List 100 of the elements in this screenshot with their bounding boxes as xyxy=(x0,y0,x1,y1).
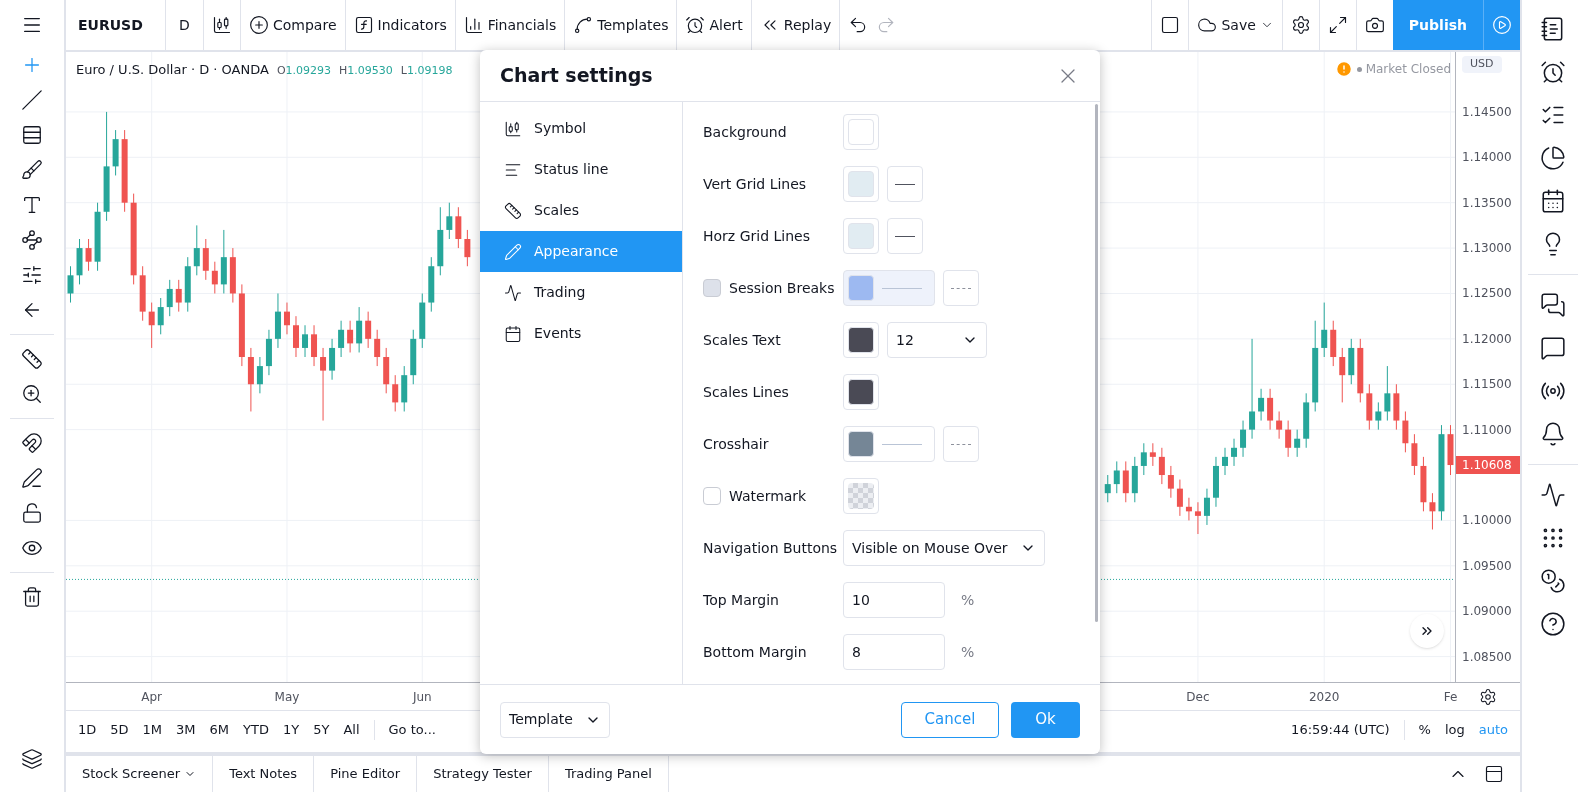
rows-icon xyxy=(21,124,43,146)
range-button[interactable]: 5Y xyxy=(313,719,330,740)
coins-icon[interactable] xyxy=(1539,568,1566,594)
price-label: 1.13000 xyxy=(1462,240,1512,257)
panel-tab[interactable]: Stock Screener xyxy=(66,756,214,792)
pencil-icon xyxy=(504,242,522,261)
tool-button[interactable] xyxy=(21,383,43,405)
number-input[interactable]: 10 xyxy=(843,582,945,618)
color-picker[interactable] xyxy=(843,426,935,462)
price-label: 1.11500 xyxy=(1462,376,1512,393)
candlestick xyxy=(157,297,164,335)
candlestick xyxy=(1222,447,1228,476)
candlestick xyxy=(311,324,318,367)
template-dropdown[interactable]: Template xyxy=(500,701,610,738)
ohlc-value: O1.09293 xyxy=(276,63,332,79)
settings-icon[interactable] xyxy=(1290,15,1311,35)
tool-button[interactable] xyxy=(21,194,43,216)
range-button[interactable]: 1Y xyxy=(282,719,300,740)
size-select[interactable]: 12 xyxy=(887,322,987,358)
interval-button[interactable]: D xyxy=(166,0,204,50)
save-button[interactable]: Save xyxy=(1189,0,1283,50)
layers-icon[interactable] xyxy=(21,748,43,770)
fullscreen-icon[interactable] xyxy=(1327,15,1348,35)
tool-button[interactable] xyxy=(21,502,43,524)
nav-item[interactable]: Events xyxy=(480,313,682,354)
wave-icon[interactable] xyxy=(1539,482,1566,508)
pie-icon[interactable] xyxy=(1539,145,1566,171)
tool-button[interactable] xyxy=(21,159,43,181)
wave-icon xyxy=(504,283,522,302)
tool-button[interactable] xyxy=(21,124,43,146)
candlestick xyxy=(1203,488,1210,526)
tool-button[interactable] xyxy=(21,89,43,111)
toolbar-button[interactable]: Indicators xyxy=(345,0,456,50)
symbol-title: Euro / U.S. Dollar · D · OANDA xyxy=(76,61,269,79)
comment-icon[interactable] xyxy=(1539,335,1566,361)
panel-tab[interactable]: Text Notes xyxy=(213,756,315,792)
toolbar-button[interactable]: Compare xyxy=(241,0,346,50)
scroll-right-button[interactable] xyxy=(1410,614,1444,648)
currency-label: USD xyxy=(1462,56,1502,73)
nav-item[interactable]: Status line xyxy=(480,149,682,190)
tool-button[interactable] xyxy=(21,229,43,251)
go-to-button[interactable]: Go to... xyxy=(388,719,436,740)
sliders-icon xyxy=(21,264,43,286)
calendar-icon[interactable] xyxy=(1539,188,1566,214)
candlestick xyxy=(1194,501,1201,535)
tool-button[interactable] xyxy=(21,467,43,489)
ruler-icon xyxy=(21,348,43,370)
setting-label: Bottom Margin xyxy=(703,642,807,662)
candlestick-icon[interactable] xyxy=(212,15,232,35)
ohlc-value: H1.09530 xyxy=(339,63,393,79)
camera-icon[interactable] xyxy=(1364,15,1385,35)
window-icon[interactable] xyxy=(1484,764,1504,784)
candlestick xyxy=(1285,420,1292,458)
price-label: 1.12500 xyxy=(1462,285,1512,302)
settings-icon[interactable] xyxy=(1478,687,1497,706)
price-label: 1.09000 xyxy=(1462,603,1512,620)
scale-toggle[interactable]: log xyxy=(1444,719,1465,740)
range-button[interactable]: 6M xyxy=(209,719,230,740)
panel-tab[interactable]: Trading Panel xyxy=(548,756,669,792)
chat-icon[interactable] xyxy=(1539,292,1566,318)
candlestick xyxy=(1402,410,1409,453)
help-icon[interactable] xyxy=(1539,611,1566,637)
nav-item[interactable]: Symbol xyxy=(480,108,682,149)
range-button[interactable]: 1D xyxy=(78,719,97,740)
range-button[interactable]: 3M xyxy=(176,719,196,740)
range-button[interactable]: YTD xyxy=(243,719,269,740)
tool-button[interactable] xyxy=(21,432,43,454)
ohlc-value: L1.09198 xyxy=(400,63,453,79)
candlestick xyxy=(320,347,327,422)
price-label: 1.13500 xyxy=(1462,194,1512,211)
range-button[interactable]: 1M xyxy=(142,719,163,740)
checkbox[interactable] xyxy=(703,487,721,505)
tool-button[interactable] xyxy=(21,264,43,286)
range-button[interactable]: All xyxy=(343,719,360,740)
function-icon xyxy=(353,15,374,35)
tool-button[interactable] xyxy=(21,348,43,370)
time-label: Fe xyxy=(1443,689,1458,706)
candlestick xyxy=(347,320,354,353)
panel-tab[interactable]: Pine Editor xyxy=(314,756,418,792)
scrollbar[interactable] xyxy=(1095,104,1098,622)
scale-toggle[interactable]: % xyxy=(1418,719,1431,740)
panel-tab[interactable]: Strategy Tester xyxy=(417,756,549,792)
dashed-line-icon xyxy=(951,287,971,289)
last-price-badge: 1.10608 xyxy=(1456,456,1520,475)
candlestick xyxy=(1158,447,1165,485)
symbol-button[interactable]: EURUSD xyxy=(66,0,166,50)
calendar-icon xyxy=(504,324,522,343)
setting-label: Vert Grid Lines xyxy=(703,174,807,194)
dropdown[interactable]: Visible on Mouse Over xyxy=(843,530,1045,566)
pen-icon xyxy=(21,467,43,489)
number-input[interactable]: 8 xyxy=(843,634,945,670)
play-icon[interactable] xyxy=(1492,15,1512,35)
nav-item[interactable]: Trading xyxy=(480,272,682,313)
range-button[interactable]: 5D xyxy=(110,719,129,740)
square-icon[interactable] xyxy=(1160,15,1181,35)
nav-item[interactable]: Scales xyxy=(480,190,682,231)
time-label: Jun xyxy=(412,689,432,706)
tool-button[interactable] xyxy=(21,586,43,608)
candlestick xyxy=(283,302,290,335)
alarm-clock-icon[interactable] xyxy=(1539,59,1566,85)
